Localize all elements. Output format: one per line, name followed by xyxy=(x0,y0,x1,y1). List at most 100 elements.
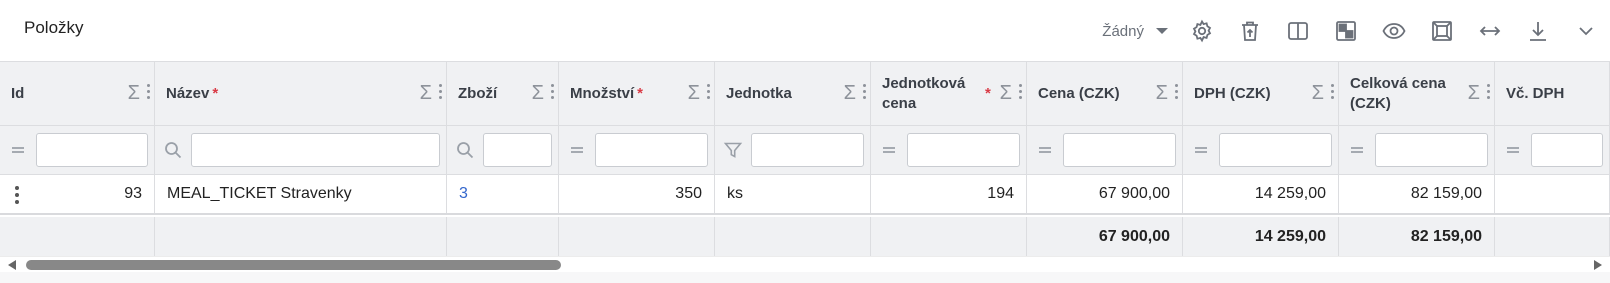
filter-cell xyxy=(447,126,559,174)
column-header[interactable]: Množství * Σ xyxy=(559,62,715,125)
column-header-label: Vč. DPH xyxy=(1506,84,1565,102)
column-header[interactable]: Jednotková cena * Σ xyxy=(871,62,1027,125)
sum-icon[interactable]: Σ xyxy=(1468,83,1480,103)
filter-input[interactable] xyxy=(191,133,440,167)
settings-button[interactable] xyxy=(1178,11,1226,51)
table-cell: 67 900,00 xyxy=(1027,175,1183,213)
collapse-button[interactable] xyxy=(1562,11,1610,51)
total-cell xyxy=(559,217,715,256)
total-cell xyxy=(155,217,447,256)
scroll-right-icon[interactable] xyxy=(1594,260,1602,270)
row-menu-icon[interactable] xyxy=(15,186,19,207)
column-header[interactable]: Cena (CZK) Σ xyxy=(1027,62,1183,125)
filter-input[interactable] xyxy=(751,133,864,167)
column-header[interactable]: Název * Σ xyxy=(155,62,447,125)
column-menu-icon[interactable] xyxy=(863,84,867,102)
equals-icon[interactable] xyxy=(1339,140,1375,160)
toolbar: Žádný xyxy=(1102,0,1610,62)
column-header[interactable]: Celková cena (CZK) Σ xyxy=(1339,62,1495,125)
column-menu-icon[interactable] xyxy=(1175,84,1179,102)
table-cell: 14 259,00 xyxy=(1183,175,1339,213)
equals-icon[interactable] xyxy=(559,140,595,160)
visibility-button[interactable] xyxy=(1370,11,1418,51)
footer-strip xyxy=(0,272,1610,283)
filter-input[interactable] xyxy=(1219,133,1332,167)
column-header-label: Název xyxy=(166,84,210,102)
panel-title: Položky xyxy=(24,18,84,37)
scroll-left-icon[interactable] xyxy=(8,260,16,270)
table-cell: 194 xyxy=(871,175,1027,213)
filter-cell xyxy=(715,126,871,174)
table-cell: 93 xyxy=(0,175,155,213)
sum-icon[interactable]: Σ xyxy=(128,83,140,103)
required-marker: * xyxy=(637,84,644,102)
scrollbar-thumb[interactable] xyxy=(26,260,561,270)
columns-button[interactable] xyxy=(1274,11,1322,51)
filter-cell xyxy=(1027,126,1183,174)
settings-icon xyxy=(1192,19,1212,43)
column-menu-icon[interactable] xyxy=(1019,84,1023,102)
fit-button[interactable] xyxy=(1418,11,1466,51)
column-menu-icon[interactable] xyxy=(439,84,443,102)
sum-icon[interactable]: Σ xyxy=(688,83,700,103)
column-header-label: Id xyxy=(11,84,25,102)
total-cell: 82 159,00 xyxy=(1339,217,1495,256)
horizontal-scrollbar[interactable] xyxy=(0,256,1610,272)
preset-dropdown[interactable]: Žádný xyxy=(1102,23,1168,40)
total-cell xyxy=(447,217,559,256)
column-header[interactable]: Zboží Σ xyxy=(447,62,559,125)
table-cell: 82 159,00 xyxy=(1339,175,1495,213)
autosize-button[interactable] xyxy=(1466,11,1514,51)
search-icon[interactable] xyxy=(155,140,191,160)
filter-cell xyxy=(1495,126,1610,174)
filter-row xyxy=(0,126,1610,175)
totals-row: 67 900,00 14 259,00 82 159,00 xyxy=(0,217,1610,256)
sum-icon[interactable]: Σ xyxy=(1000,83,1012,103)
total-cell: 14 259,00 xyxy=(1183,217,1339,256)
required-marker: * xyxy=(212,84,219,102)
column-menu-icon[interactable] xyxy=(1331,84,1335,102)
filter-input[interactable] xyxy=(1375,133,1488,167)
column-header-label: Celková cena (CZK) xyxy=(1350,74,1446,112)
column-header[interactable]: Jednotka Σ xyxy=(715,62,871,125)
cell-value: 67 900,00 xyxy=(1098,185,1170,202)
column-menu-icon[interactable] xyxy=(551,84,555,102)
filter-input[interactable] xyxy=(1531,133,1603,167)
sum-icon[interactable]: Σ xyxy=(532,83,544,103)
filter-input[interactable] xyxy=(907,133,1020,167)
delete-button[interactable] xyxy=(1226,11,1274,51)
sum-icon[interactable]: Σ xyxy=(1156,83,1168,103)
goods-link[interactable]: 3 xyxy=(459,185,468,203)
filter-cell xyxy=(1339,126,1495,174)
cell-value: 194 xyxy=(987,185,1014,202)
cell-value: MEAL_TICKET Stravenky xyxy=(167,185,352,202)
equals-icon[interactable] xyxy=(871,140,907,160)
column-header-label: DPH (CZK) xyxy=(1194,84,1271,102)
table-cell: ks xyxy=(715,175,871,213)
search-icon[interactable] xyxy=(447,140,483,160)
cell-value: 82 159,00 xyxy=(1410,185,1482,202)
equals-icon[interactable] xyxy=(1183,140,1219,160)
filter-input[interactable] xyxy=(595,133,708,167)
sum-icon[interactable]: Σ xyxy=(1312,83,1324,103)
cell-value: 93 xyxy=(124,185,142,202)
filter-input[interactable] xyxy=(483,133,552,167)
equals-icon[interactable] xyxy=(1027,140,1063,160)
column-header[interactable]: Vč. DPH xyxy=(1495,62,1610,125)
column-menu-icon[interactable] xyxy=(147,84,151,102)
column-menu-icon[interactable] xyxy=(707,84,711,102)
equals-icon[interactable] xyxy=(0,140,36,160)
sum-icon[interactable]: Σ xyxy=(420,83,432,103)
layout-icon xyxy=(1336,21,1356,41)
column-header[interactable]: DPH (CZK) Σ xyxy=(1183,62,1339,125)
equals-icon[interactable] xyxy=(1495,140,1531,160)
column-menu-icon[interactable] xyxy=(1487,84,1491,102)
table-cell: 350 xyxy=(559,175,715,213)
filter-icon[interactable] xyxy=(715,140,751,160)
sum-icon[interactable]: Σ xyxy=(844,83,856,103)
download-button[interactable] xyxy=(1514,11,1562,51)
filter-input[interactable] xyxy=(36,133,148,167)
filter-input[interactable] xyxy=(1063,133,1176,167)
column-header[interactable]: Id Σ xyxy=(0,62,155,125)
layout-button[interactable] xyxy=(1322,11,1370,51)
